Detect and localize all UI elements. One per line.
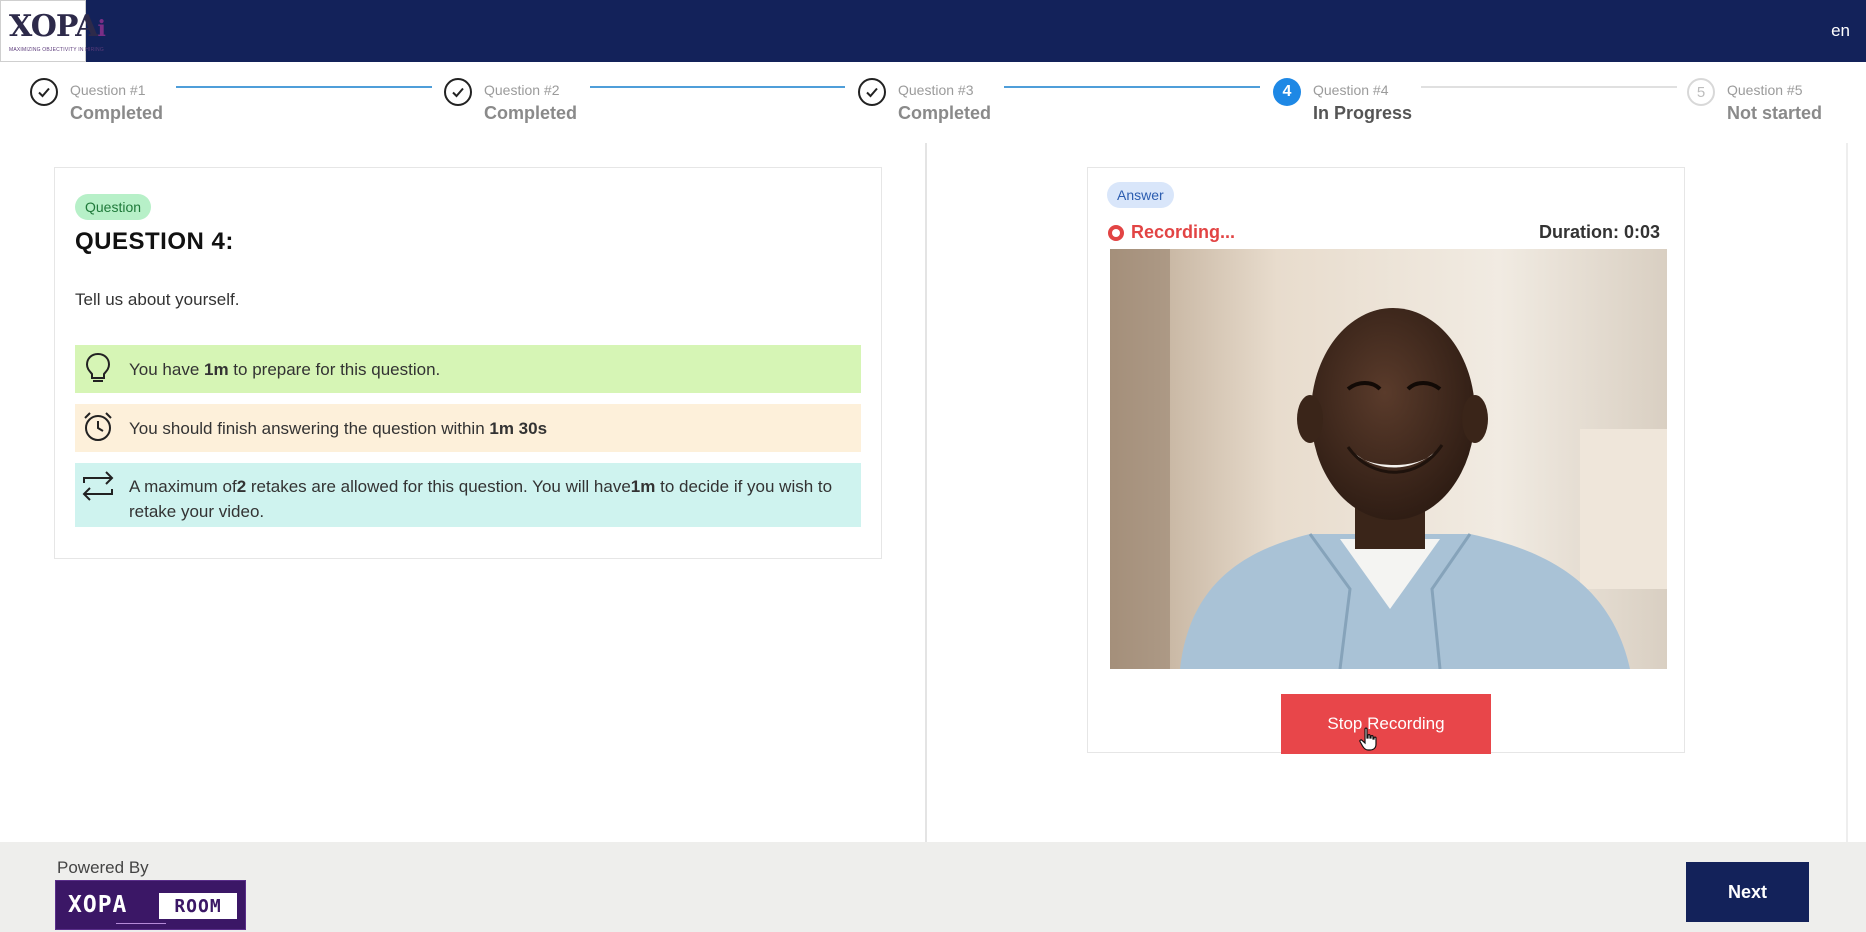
step-label: Question #5: [1727, 82, 1803, 98]
lightbulb-icon: [85, 352, 111, 382]
panel-divider: [925, 143, 927, 843]
logo-wordmark: XOPAi: [9, 9, 106, 44]
retake-text: A maximum of: [129, 477, 237, 496]
alarm-clock-icon: [84, 412, 112, 441]
question-text: Tell us about yourself.: [75, 290, 240, 309]
question-card: Question QUESTION 4: Tell us about yours…: [54, 167, 882, 559]
retake-time: 1m: [630, 477, 656, 496]
scrollbar-track[interactable]: [1846, 143, 1848, 843]
room-logo-right: ROOM: [159, 893, 237, 919]
answer-time-notice: You should finish answering the question…: [75, 404, 861, 452]
retake-notice: A maximum of2 retakes are allowed for th…: [75, 463, 861, 527]
prep-text-suffix: to prepare for this question.: [228, 360, 441, 379]
finish-text: You should finish answering the question…: [129, 419, 490, 438]
hand-pointer-cursor-icon: [1359, 727, 1377, 751]
logo-underline: [116, 923, 166, 924]
repeat-icon: [82, 471, 114, 501]
step-label: Question #4: [1313, 82, 1389, 98]
xopa-room-logo: XOPA ROOM: [55, 880, 246, 930]
step-number-badge: 4: [1273, 78, 1301, 106]
logo-tagline: MAXIMIZING OBJECTIVITY IN HIRING: [9, 47, 104, 53]
prep-time-notice: You have 1m to prepare for this question…: [75, 345, 861, 393]
question-stepper: Question #1 Completed Question #2 Comple…: [0, 62, 1866, 142]
step-number-badge: 5: [1687, 78, 1715, 106]
step-status: Not started: [1727, 103, 1823, 123]
record-dot-icon: [1108, 224, 1124, 241]
check-circle-icon: [444, 78, 472, 106]
powered-by-label: Powered By: [57, 858, 149, 877]
prep-value: 1m: [204, 360, 229, 379]
prep-text: You have: [129, 360, 204, 379]
step-label: Question #2: [484, 82, 560, 98]
recording-indicator: Recording...: [1108, 222, 1235, 243]
recording-duration: Duration: 0:03: [1538, 222, 1660, 242]
check-circle-icon: [858, 78, 886, 106]
room-logo-left: XOPA: [68, 892, 128, 918]
step-status: In Progress: [1313, 103, 1413, 123]
webcam-frame-person: [1110, 249, 1667, 669]
question-badge: Question: [75, 194, 152, 220]
stop-recording-button[interactable]: Stop Recording: [1281, 694, 1491, 754]
step-label: Question #3: [898, 82, 974, 98]
step-connector: [176, 86, 432, 88]
check-circle-icon: [30, 78, 58, 106]
step-status: Completed: [70, 103, 164, 123]
step-connector: [590, 86, 845, 88]
answer-badge: Answer: [1107, 182, 1174, 208]
recording-label: Recording...: [1131, 222, 1236, 242]
answer-card: Answer Recording... Duration: 0:03 Stop …: [1087, 167, 1685, 754]
question-title: QUESTION 4:: [75, 228, 234, 255]
xopa-logo: XOPAi MAXIMIZING OBJECTIVITY IN HIRING: [0, 0, 106, 62]
step-label: Question #1: [70, 82, 146, 98]
top-navbar: XOPAi MAXIMIZING OBJECTIVITY IN HIRING e…: [0, 0, 1866, 62]
finish-value: 1m 30s: [489, 419, 548, 438]
webcam-video-preview: [1110, 249, 1667, 669]
step-status: Completed: [898, 103, 992, 123]
step-status: Completed: [484, 103, 578, 123]
language-selector[interactable]: en: [1831, 21, 1850, 41]
next-button[interactable]: Next: [1686, 862, 1809, 922]
retake-count: 2: [236, 477, 247, 496]
retake-text-mid: retakes are allowed for this question. Y…: [246, 477, 631, 496]
page-footer: Powered By XOPA ROOM Next: [0, 842, 1866, 932]
step-connector: [1004, 86, 1260, 88]
step-connector: [1421, 86, 1677, 88]
